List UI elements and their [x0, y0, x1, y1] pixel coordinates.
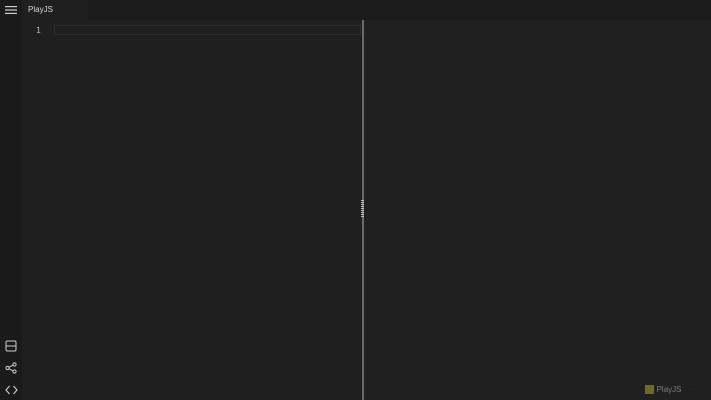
current-line-highlight[interactable] — [54, 25, 361, 35]
tab-strip: PlayJS — [22, 0, 711, 20]
brand-mark-icon — [644, 385, 654, 394]
tab-playjs[interactable]: PlayJS — [22, 0, 88, 20]
preview-pane: PlayJS · · · · — [364, 20, 711, 400]
layout-split-icon[interactable] — [2, 337, 20, 355]
code-icon[interactable] — [2, 381, 20, 399]
code-editor[interactable]: 1 — [22, 20, 362, 400]
menu-icon[interactable] — [2, 1, 20, 19]
brand-sub: · · · · — [684, 386, 701, 393]
brand-label: PlayJS — [656, 385, 682, 394]
share-icon[interactable] — [2, 359, 20, 377]
brand-logo: PlayJS · · · · — [644, 385, 701, 394]
line-number: 1 — [36, 26, 41, 35]
activity-bar — [0, 0, 22, 400]
